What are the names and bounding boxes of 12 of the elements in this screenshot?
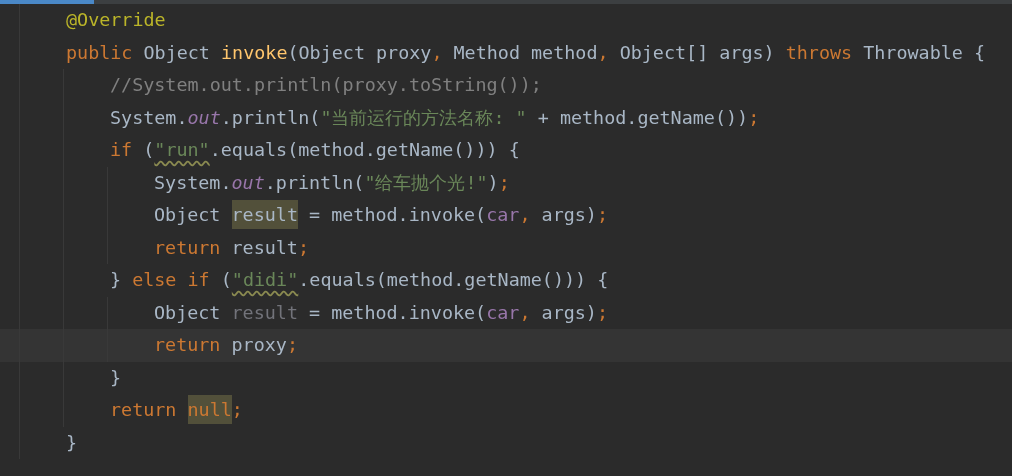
- code-line: //System.out.println(proxy.toString());: [109, 74, 542, 97]
- code-line: if ("run".equals(method.getName())) {: [109, 139, 520, 162]
- code-line: return result;: [153, 236, 310, 259]
- code-line: @Override: [65, 9, 166, 32]
- code-line: return proxy;: [153, 334, 298, 357]
- code-line: System.out.println("给车抛个光!");: [153, 171, 510, 194]
- code-line: }: [65, 431, 78, 454]
- code-line: }: [109, 366, 122, 389]
- code-line: Object result = method.invoke(car, args);: [153, 301, 608, 324]
- code-line: System.out.println("当前运行的方法名称: " + method.getName());: [109, 106, 760, 129]
- code-line: public Object invoke(Object proxy, Method method, Object[] args) throws Throwable {: [65, 41, 986, 64]
- code-line: } else if ("didi".equals(method.getName())) {: [109, 269, 609, 292]
